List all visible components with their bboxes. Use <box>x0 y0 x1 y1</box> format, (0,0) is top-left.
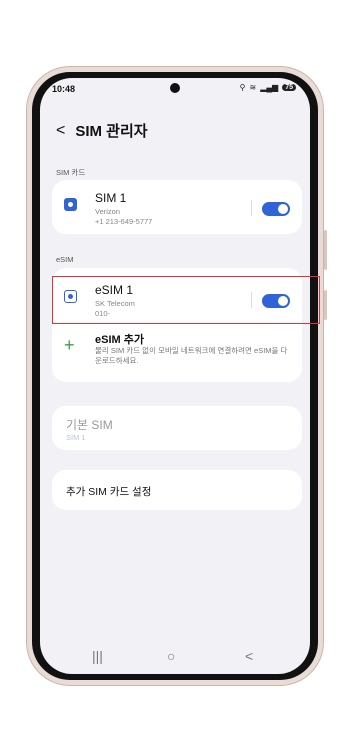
sim-card-icon <box>64 198 77 211</box>
add-esim-desc: 물리 SIM 카드 없이 모바일 네트워크에 연결하려면 eSIM을 다운로드하… <box>95 346 288 365</box>
default-sim-value: SIM 1 <box>66 433 86 442</box>
highlight-box <box>52 276 320 324</box>
screen: 10:48 ⚲ ≋ ▂▄▆ 75 < SIM 관리자 SIM 카드 SIM 1 … <box>40 78 310 674</box>
add-esim-row[interactable]: + eSIM 추가 물리 SIM 카드 없이 모바일 네트워크에 연결하려면 e… <box>52 324 302 380</box>
front-camera <box>170 83 180 93</box>
status-time: 10:48 <box>52 84 76 94</box>
extra-sim-settings-card[interactable]: 추가 SIM 카드 설정 <box>52 470 302 510</box>
header: < SIM 관리자 <box>56 120 148 141</box>
recent-apps-icon[interactable]: ||| <box>92 648 103 664</box>
battery-icon: 75 <box>282 84 296 91</box>
plus-icon: + <box>64 335 75 355</box>
wifi-icon: ≋ <box>249 83 257 92</box>
divider <box>251 200 252 216</box>
default-sim-label: 기본 SIM <box>66 418 113 432</box>
signal-icon: ▂▄▆ <box>260 83 279 92</box>
status-bar: 10:48 ⚲ ≋ ▂▄▆ 75 <box>40 78 310 100</box>
extra-sim-settings-label: 추가 SIM 카드 설정 <box>66 486 152 498</box>
navigation-bar: ||| ○ < <box>40 640 310 674</box>
back-arrow-icon[interactable]: < <box>56 122 65 139</box>
page-title: SIM 관리자 <box>75 123 148 140</box>
status-icons: ⚲ ≋ ▂▄▆ 75 <box>240 83 296 92</box>
back-nav-icon[interactable]: < <box>245 648 253 664</box>
location-icon: ⚲ <box>239 83 246 92</box>
sim1-card[interactable]: SIM 1 Verizon +1 213-649-5777 <box>52 180 302 234</box>
default-sim-card[interactable]: 기본 SIM SIM 1 <box>52 406 302 450</box>
sim1-carrier: Verizon <box>95 207 121 216</box>
sim1-number: +1 213-649-5777 <box>95 217 153 226</box>
sim1-name: SIM 1 <box>95 191 127 205</box>
sim1-row[interactable]: SIM 1 Verizon +1 213-649-5777 <box>52 180 302 232</box>
section-label-esim: eSIM <box>56 255 74 264</box>
home-icon[interactable]: ○ <box>167 648 175 664</box>
power-button <box>324 290 327 320</box>
section-label-sim-card: SIM 카드 <box>56 168 86 177</box>
volume-button <box>324 230 327 270</box>
sim1-toggle[interactable] <box>262 202 290 216</box>
add-esim-title: eSIM 추가 <box>95 334 144 346</box>
sim1-info: Verizon +1 213-649-5777 <box>95 207 152 227</box>
